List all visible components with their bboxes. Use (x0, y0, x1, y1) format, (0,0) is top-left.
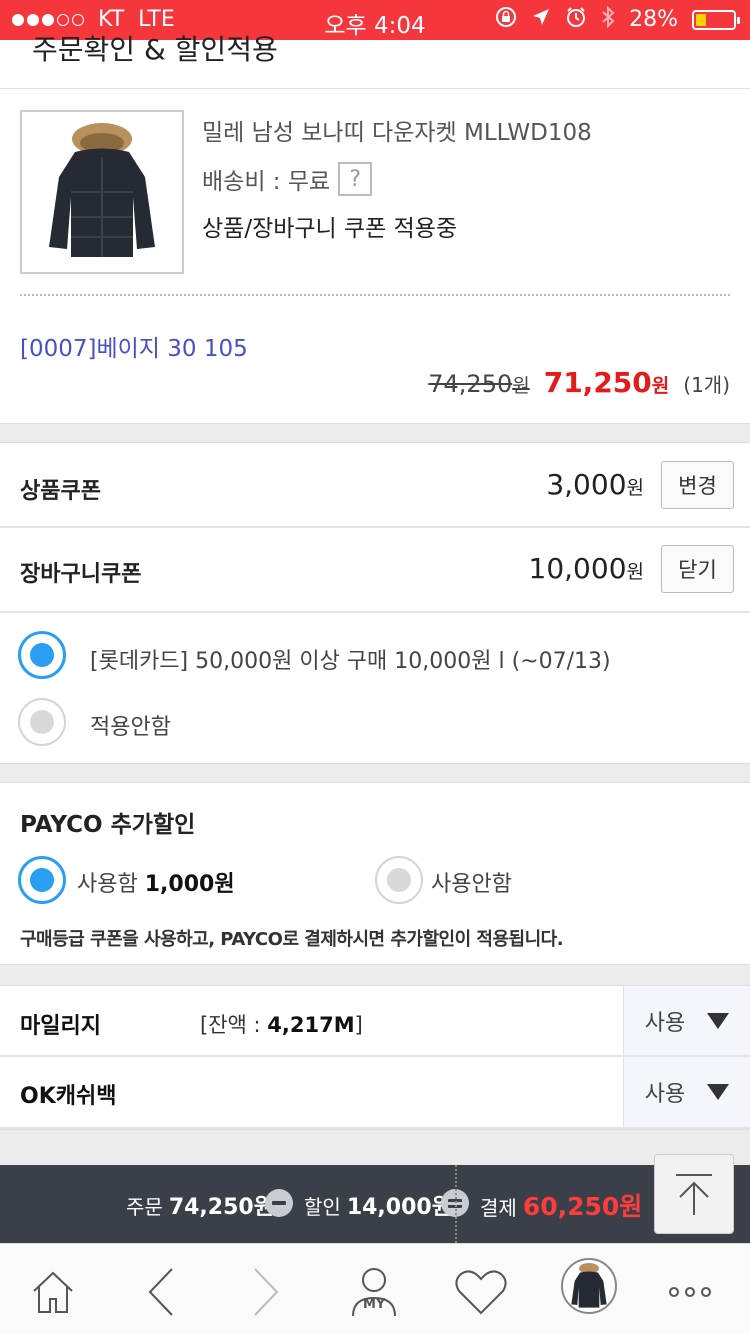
mileage-use-dropdown[interactable]: 사용 (623, 986, 750, 1055)
sale-price: 71,250원 (543, 366, 670, 399)
more-menu-icon[interactable] (660, 1262, 720, 1322)
mileage-use-label: 사용 (644, 1010, 686, 1036)
section-gap (0, 423, 750, 443)
battery-percent: 28% (629, 7, 678, 32)
divider (455, 1165, 457, 1243)
payment-total: 결제 60,250원 (480, 1192, 643, 1221)
divider (0, 88, 750, 89)
payco-note: 구매등급 쿠폰을 사용하고, PAYCO로 결제하시면 추가할인이 적용됩니다. (20, 929, 564, 950)
help-icon[interactable]: ? (338, 162, 373, 196)
payco-use-label[interactable]: 사용함 1,000원 (77, 866, 235, 898)
product-coupon-amount: 3,000원 (546, 468, 644, 501)
recent-product-thumbnail[interactable] (561, 1258, 617, 1314)
payco-title: PAYCO 추가할인 (20, 812, 196, 838)
coupon-status: 상품/장바구니 쿠폰 적용중 (202, 216, 458, 242)
wishlist-heart-icon[interactable] (451, 1262, 511, 1322)
divider (0, 611, 750, 613)
close-coupon-button[interactable]: 닫기 (661, 545, 734, 593)
home-icon[interactable] (23, 1262, 83, 1322)
scroll-to-top-button[interactable] (654, 1154, 734, 1234)
bluetooth-icon (601, 5, 615, 33)
change-coupon-button[interactable]: 변경 (661, 461, 734, 509)
no-coupon-radio[interactable] (18, 698, 66, 746)
arrow-up-icon (676, 1174, 712, 1215)
my-page-icon[interactable] (344, 1262, 404, 1322)
product-coupon-label: 상품쿠폰 (20, 479, 101, 504)
lotte-card-coupon-label[interactable]: [롯데카드] 50,000원 이상 구매 10,000원 l (~07/13) (90, 643, 611, 675)
section-gap (0, 763, 750, 783)
forward-arrow-icon[interactable] (235, 1262, 295, 1322)
shipping-label: 배송비 : 무료 (202, 169, 331, 195)
mileage-label: 마일리지 (20, 1014, 101, 1039)
order-summary-bar: 주문 74,250원 할인 14,000원 결제 60,250원 (0, 1165, 750, 1243)
quantity: (1개) (683, 373, 730, 397)
okcashbag-use-dropdown[interactable]: 사용 (623, 1057, 750, 1127)
back-arrow-icon[interactable] (132, 1262, 192, 1322)
page-title: 주문확인 & 할인적용 (32, 33, 278, 66)
divider (20, 294, 730, 296)
payco-no-use-label[interactable]: 사용안함 (431, 866, 512, 898)
okcashbag-label: OK캐쉬백 (20, 1084, 117, 1109)
payco-no-use-radio[interactable] (375, 856, 423, 904)
product-option: [0007]베이지 30 105 (20, 336, 248, 362)
order-total: 주문 74,250원 (126, 1195, 274, 1220)
mileage-balance: [잔액 : 4,217M] (200, 1013, 363, 1037)
divider (0, 526, 750, 528)
my-tab-label: MY (363, 1297, 386, 1312)
bottom-tab-bar (0, 1243, 750, 1334)
section-gap (0, 964, 750, 986)
chevron-down-icon (707, 1012, 730, 1029)
location-arrow-icon (531, 7, 551, 32)
cart-coupon-label: 장바구니쿠폰 (20, 562, 142, 587)
alarm-icon (565, 6, 587, 33)
product-name[interactable]: 밀레 남성 보나띠 다운자켓 MLLWD108 (202, 113, 592, 147)
cart-coupon-amount: 10,000원 (528, 552, 644, 585)
battery-icon (692, 9, 740, 30)
discount-total: 할인 14,000원 (304, 1195, 452, 1220)
price-row: 74,250원 71,250원 (1개) (428, 366, 730, 399)
minus-icon (265, 1189, 293, 1217)
payco-use-radio[interactable] (18, 856, 66, 904)
original-price: 74,250원 (428, 370, 530, 398)
section-gap (0, 1129, 750, 1165)
no-coupon-label[interactable]: 적용안함 (90, 709, 171, 741)
okcashbag-use-label: 사용 (644, 1082, 686, 1107)
shipping-info: 배송비 : 무료 ? (202, 162, 373, 196)
lotte-card-coupon-radio[interactable] (18, 631, 66, 679)
chevron-down-icon (707, 1084, 730, 1100)
product-image[interactable] (20, 110, 184, 274)
rotation-lock-icon (495, 6, 517, 33)
